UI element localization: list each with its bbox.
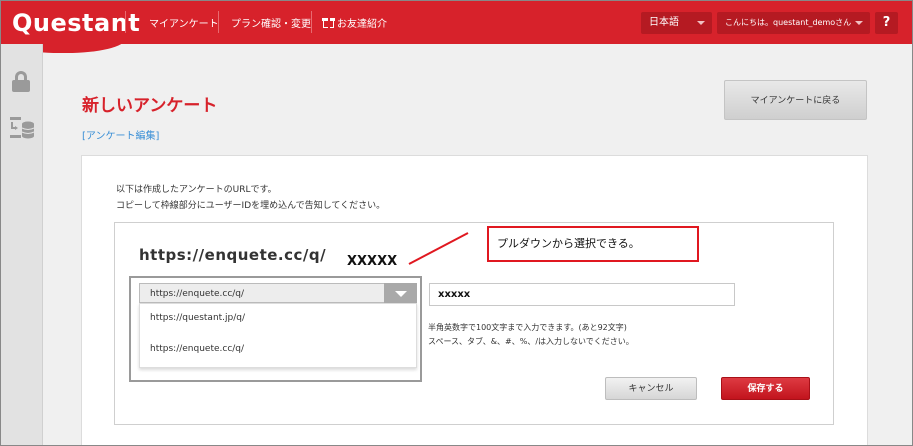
input-help-line-2: スペース、タブ、&、#、%、/は入力しないでください。 bbox=[428, 337, 634, 346]
language-label: 日本語 bbox=[649, 17, 679, 28]
language-dropdown[interactable]: 日本語 bbox=[641, 12, 712, 34]
domain-option-enquete[interactable]: https://enquete.cc/q/ bbox=[150, 344, 244, 354]
nav-divider bbox=[218, 11, 219, 33]
chevron-down-icon bbox=[855, 21, 863, 25]
nav-my-survey[interactable]: マイアンケート bbox=[149, 15, 219, 30]
help-button[interactable]: ? bbox=[875, 12, 898, 34]
description-line-2: コピーして枠線部分にユーザーIDを埋め込んで告知してください。 bbox=[116, 201, 386, 211]
left-sidebar bbox=[1, 44, 43, 445]
save-button[interactable]: 保存する bbox=[721, 377, 810, 400]
page-title: 新しいアンケート bbox=[82, 96, 218, 116]
screenshot-frame: Questant マイアンケート プラン確認・変更 お友達紹介 日本語 こんにち… bbox=[0, 0, 913, 446]
input-help-line-1: 半角英数字で100文字まで入力できます。(あと92文字) bbox=[428, 323, 627, 332]
back-to-my-surveys-button[interactable]: マイアンケートに戻る bbox=[724, 80, 867, 120]
domain-select[interactable]: https://enquete.cc/q/ bbox=[139, 283, 417, 303]
database-sync-icon[interactable] bbox=[9, 116, 35, 140]
questant-logo[interactable]: Questant bbox=[12, 9, 140, 37]
lock-icon[interactable] bbox=[12, 71, 30, 92]
user-id-input[interactable]: xxxxx bbox=[429, 283, 735, 306]
domain-select-value: https://enquete.cc/q/ bbox=[150, 289, 245, 299]
user-id-placeholder-label: XXXXX bbox=[347, 254, 398, 269]
survey-url-display: https://enquete.cc/q/ bbox=[139, 246, 327, 264]
nav-divider bbox=[125, 11, 126, 33]
user-greeting: こんにちは。questant_demoさん bbox=[725, 18, 852, 27]
chevron-down-icon bbox=[395, 291, 407, 297]
callout-annotation: プルダウンから選択できる。 bbox=[487, 226, 699, 262]
chevron-down-icon bbox=[697, 21, 705, 25]
domain-option-questant[interactable]: https://questant.jp/q/ bbox=[150, 313, 245, 323]
nav-invite-friends[interactable]: お友達紹介 bbox=[322, 15, 387, 30]
callout-text: プルダウンから選択できる。 bbox=[497, 237, 640, 250]
nav-invite-label: お友達紹介 bbox=[337, 19, 387, 30]
nav-divider bbox=[311, 11, 312, 33]
dropdown-arrow-button[interactable] bbox=[384, 283, 417, 303]
nav-plan[interactable]: プラン確認・変更 bbox=[231, 15, 311, 30]
user-menu-dropdown[interactable]: こんにちは。questant_demoさん bbox=[717, 12, 870, 34]
description-line-1: 以下は作成したアンケートのURLです。 bbox=[116, 185, 277, 195]
breadcrumb-survey-edit[interactable]: [アンケート編集] bbox=[82, 127, 159, 142]
gift-icon bbox=[322, 17, 335, 28]
domain-options-list: https://questant.jp/q/ https://enquete.c… bbox=[139, 303, 417, 368]
cancel-button[interactable]: キャンセル bbox=[605, 377, 697, 400]
